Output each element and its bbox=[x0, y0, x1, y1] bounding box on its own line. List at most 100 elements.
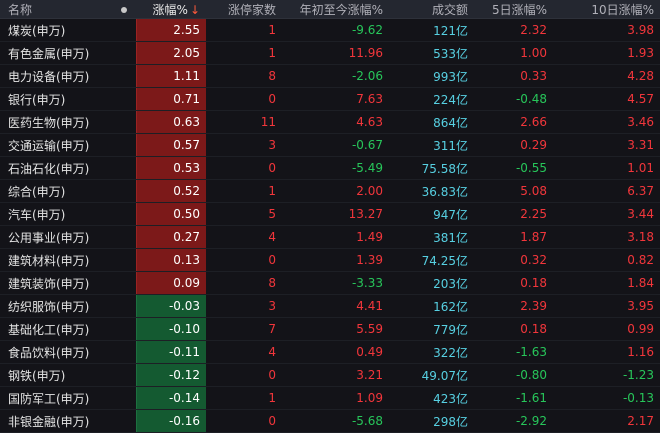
table-row[interactable]: 非银金融(申万) -0.16 0 -5.68 298亿 -2.92 2.17 bbox=[0, 409, 660, 433]
row-5d: 2.66 bbox=[474, 110, 553, 134]
dot-icon bbox=[121, 6, 127, 13]
row-10d: 6.37 bbox=[553, 179, 660, 203]
row-ytd: 3.21 bbox=[282, 363, 389, 387]
row-10d: 0.99 bbox=[553, 317, 660, 341]
table-row[interactable]: 交通运输(申万) 0.57 3 -0.67 311亿 0.29 3.31 bbox=[0, 133, 660, 157]
table-row[interactable]: 纺织服饰(申万) -0.03 3 4.41 162亿 2.39 3.95 bbox=[0, 294, 660, 318]
table-row[interactable]: 有色金属(申万) 2.05 1 11.96 533亿 1.00 1.93 bbox=[0, 41, 660, 65]
row-limit-up: 4 bbox=[206, 225, 282, 249]
row-name: 公用事业(申万) bbox=[0, 225, 112, 249]
row-name: 银行(申万) bbox=[0, 87, 112, 111]
table-row[interactable]: 建筑材料(申万) 0.13 0 1.39 74.25亿 0.32 0.82 bbox=[0, 248, 660, 272]
table-row[interactable]: 建筑装饰(申万) 0.09 8 -3.33 203亿 0.18 1.84 bbox=[0, 271, 660, 295]
row-limit-up: 3 bbox=[206, 294, 282, 318]
row-10d: 3.18 bbox=[553, 225, 660, 249]
column-header-limit-up[interactable]: 涨停家数 bbox=[206, 0, 282, 19]
row-name: 食品饮料(申万) bbox=[0, 340, 112, 364]
table-row[interactable]: 煤炭(申万) 2.55 1 -9.62 121亿 2.32 3.98 bbox=[0, 18, 660, 42]
column-header-name[interactable]: 名称 bbox=[0, 0, 112, 19]
row-volume: 311亿 bbox=[389, 133, 474, 157]
row-spacer bbox=[112, 110, 136, 134]
column-settings-dot[interactable] bbox=[112, 0, 136, 19]
row-volume: 36.83亿 bbox=[389, 179, 474, 203]
row-limit-up: 11 bbox=[206, 110, 282, 134]
row-volume: 121亿 bbox=[389, 18, 474, 42]
row-5d: -0.80 bbox=[474, 363, 553, 387]
row-spacer bbox=[112, 202, 136, 226]
row-10d: 3.46 bbox=[553, 110, 660, 134]
row-ytd: 2.00 bbox=[282, 179, 389, 203]
row-change: 2.05 bbox=[135, 41, 206, 65]
row-5d: 2.25 bbox=[474, 202, 553, 226]
table-row[interactable]: 综合(申万) 0.52 1 2.00 36.83亿 5.08 6.37 bbox=[0, 179, 660, 203]
row-spacer bbox=[112, 225, 136, 249]
column-header-10d[interactable]: 10日涨幅% bbox=[553, 0, 660, 19]
row-name: 钢铁(申万) bbox=[0, 363, 112, 387]
row-limit-up: 1 bbox=[206, 18, 282, 42]
row-limit-up: 1 bbox=[206, 41, 282, 65]
row-10d: 3.44 bbox=[553, 202, 660, 226]
column-header-change[interactable]: 涨幅% ↓ bbox=[136, 0, 206, 19]
row-10d: 4.28 bbox=[553, 64, 660, 88]
row-limit-up: 7 bbox=[206, 317, 282, 341]
row-spacer bbox=[112, 133, 136, 157]
row-ytd: 4.41 bbox=[282, 294, 389, 318]
row-ytd: -2.06 bbox=[282, 64, 389, 88]
row-volume: 381亿 bbox=[389, 225, 474, 249]
row-name: 国防军工(申万) bbox=[0, 386, 112, 410]
table-row[interactable]: 钢铁(申万) -0.12 0 3.21 49.07亿 -0.80 -1.23 bbox=[0, 363, 660, 387]
row-ytd: 4.63 bbox=[282, 110, 389, 134]
row-change: -0.12 bbox=[135, 363, 206, 387]
row-volume: 864亿 bbox=[389, 110, 474, 134]
table-row[interactable]: 医药生物(申万) 0.63 11 4.63 864亿 2.66 3.46 bbox=[0, 110, 660, 134]
table-row[interactable]: 公用事业(申万) 0.27 4 1.49 381亿 1.87 3.18 bbox=[0, 225, 660, 249]
table-row[interactable]: 基础化工(申万) -0.10 7 5.59 779亿 0.18 0.99 bbox=[0, 317, 660, 341]
row-spacer bbox=[112, 248, 136, 272]
row-limit-up: 8 bbox=[206, 64, 282, 88]
row-ytd: -5.68 bbox=[282, 409, 389, 433]
row-volume: 993亿 bbox=[389, 64, 474, 88]
row-spacer bbox=[112, 87, 136, 111]
row-volume: 203亿 bbox=[389, 271, 474, 295]
row-10d: 3.31 bbox=[553, 133, 660, 157]
row-change: 0.27 bbox=[135, 225, 206, 249]
table-row[interactable]: 食品饮料(申万) -0.11 4 0.49 322亿 -1.63 1.16 bbox=[0, 340, 660, 364]
row-volume: 779亿 bbox=[389, 317, 474, 341]
table-body: 煤炭(申万) 2.55 1 -9.62 121亿 2.32 3.98 有色金属(申万) 2.05… bbox=[0, 18, 660, 433]
row-volume: 49.07亿 bbox=[389, 363, 474, 387]
table-row[interactable]: 石油石化(申万) 0.53 0 -5.49 75.58亿 -0.55 1.01 bbox=[0, 156, 660, 180]
row-name: 汽车(申万) bbox=[0, 202, 112, 226]
row-spacer bbox=[112, 294, 136, 318]
row-limit-up: 1 bbox=[206, 386, 282, 410]
table-row[interactable]: 银行(申万) 0.71 0 7.63 224亿 -0.48 4.57 bbox=[0, 87, 660, 111]
row-name: 建筑装饰(申万) bbox=[0, 271, 112, 295]
table-row[interactable]: 电力设备(申万) 1.11 8 -2.06 993亿 0.33 4.28 bbox=[0, 64, 660, 88]
header-row: 名称 涨幅% ↓ 涨停家数 年初至今涨幅% 成交额 5日涨幅% 10日涨幅% bbox=[0, 0, 660, 19]
row-limit-up: 5 bbox=[206, 202, 282, 226]
table-row[interactable]: 国防军工(申万) -0.14 1 1.09 423亿 -1.61 -0.13 bbox=[0, 386, 660, 410]
row-limit-up: 3 bbox=[206, 133, 282, 157]
row-10d: 3.95 bbox=[553, 294, 660, 318]
row-change: 0.57 bbox=[135, 133, 206, 157]
row-10d: 4.57 bbox=[553, 87, 660, 111]
row-spacer bbox=[112, 363, 136, 387]
column-header-volume[interactable]: 成交额 bbox=[389, 0, 474, 19]
row-ytd: 7.63 bbox=[282, 87, 389, 111]
row-volume: 423亿 bbox=[389, 386, 474, 410]
row-volume: 322亿 bbox=[389, 340, 474, 364]
row-10d: 1.84 bbox=[553, 271, 660, 295]
row-ytd: 1.39 bbox=[282, 248, 389, 272]
row-change: 0.52 bbox=[135, 179, 206, 203]
table-row[interactable]: 汽车(申万) 0.50 5 13.27 947亿 2.25 3.44 bbox=[0, 202, 660, 226]
row-10d: -0.13 bbox=[553, 386, 660, 410]
row-volume: 947亿 bbox=[389, 202, 474, 226]
row-name: 石油石化(申万) bbox=[0, 156, 112, 180]
row-change: 0.09 bbox=[135, 271, 206, 295]
column-header-5d[interactable]: 5日涨幅% bbox=[474, 0, 553, 19]
row-name: 电力设备(申万) bbox=[0, 64, 112, 88]
row-spacer bbox=[112, 41, 136, 65]
row-change: 0.63 bbox=[135, 110, 206, 134]
column-header-ytd[interactable]: 年初至今涨幅% bbox=[282, 0, 389, 19]
row-ytd: -0.67 bbox=[282, 133, 389, 157]
row-10d: 3.98 bbox=[553, 18, 660, 42]
